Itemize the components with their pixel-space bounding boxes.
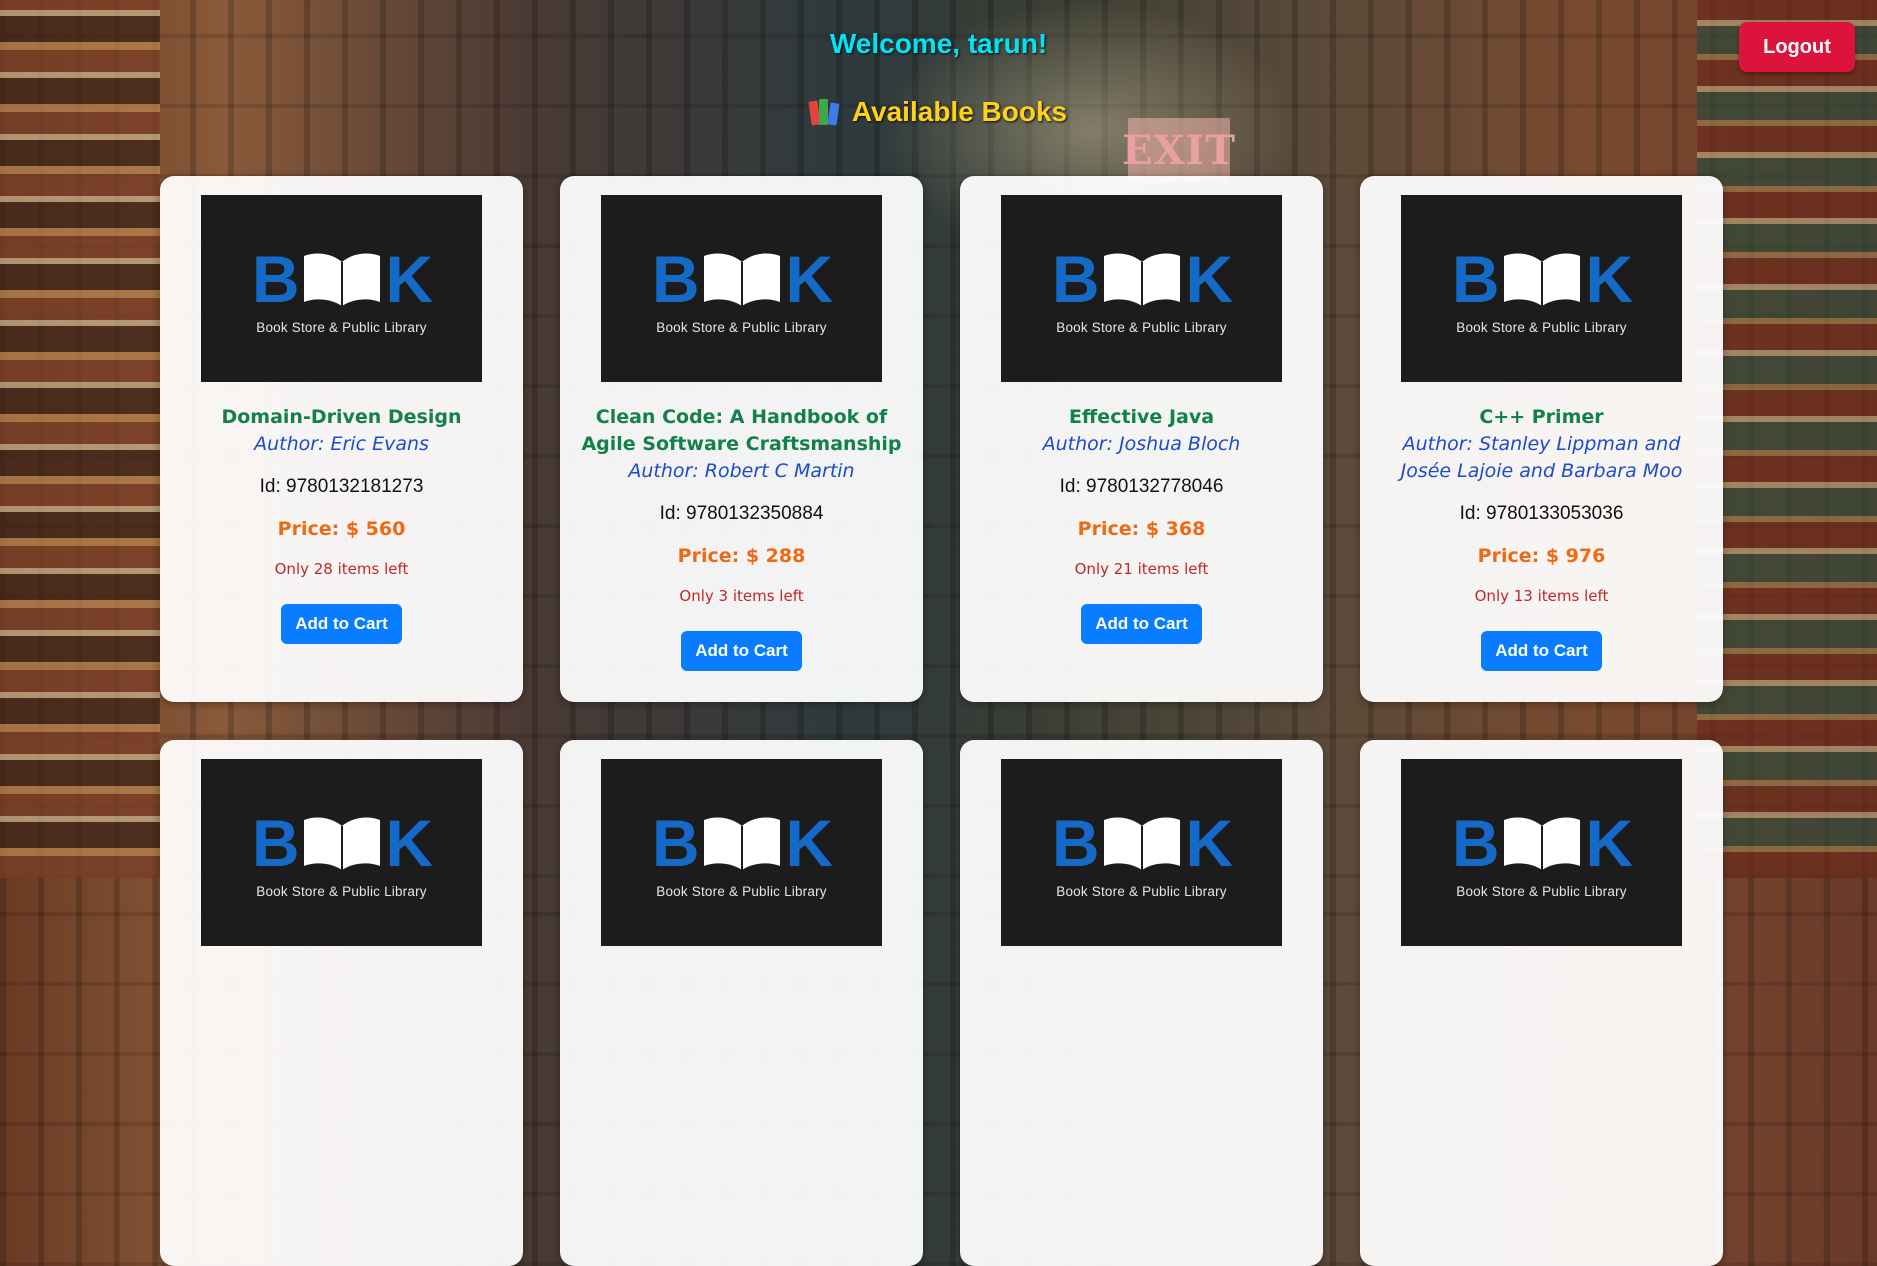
add-to-cart-button[interactable]: Add to Cart [1081, 604, 1202, 644]
book-price: Price: $ 288 [677, 545, 806, 567]
logo-letter-k: K [385, 806, 434, 880]
cover-tagline: Book Store & Public Library [656, 320, 827, 335]
book-cover-image: B K Book Store & Public Library [201, 195, 482, 382]
book-cover-image: B K Book Store & Public Library [1001, 759, 1282, 946]
logo-letter-b: B [251, 806, 300, 880]
book-title: C++ Primer [1479, 406, 1604, 428]
store-logo: B K [1451, 806, 1634, 880]
logo-letter-b: B [1451, 806, 1500, 880]
store-logo: B K [251, 242, 434, 316]
background-shelves-left [0, 0, 160, 878]
cover-tagline: Book Store & Public Library [1056, 320, 1227, 335]
cover-tagline: Book Store & Public Library [256, 320, 427, 335]
book-id: Id: 9780132181273 [259, 476, 424, 497]
logout-button[interactable]: Logout [1739, 22, 1855, 72]
add-to-cart-button[interactable]: Add to Cart [281, 604, 402, 644]
logo-letter-b: B [651, 242, 700, 316]
book-title: Effective Java [1068, 406, 1215, 428]
book-id: Id: 9780133053036 [1459, 503, 1624, 524]
book-title: Clean Code: A Handbook of Agile Software… [581, 406, 902, 455]
cover-tagline: Book Store & Public Library [256, 884, 427, 899]
open-book-icon [703, 253, 780, 306]
logo-letter-b: B [1051, 806, 1100, 880]
store-logo: B K [651, 242, 834, 316]
page-title: Available Books [0, 96, 1877, 128]
cover-tagline: Book Store & Public Library [1056, 884, 1227, 899]
stock-remaining: Only 13 items left [1474, 587, 1609, 605]
book-card: B K Book Store & Public Library C++ Prim… [1360, 176, 1723, 702]
stock-remaining: Only 21 items left [1074, 560, 1209, 578]
store-logo: B K [1451, 242, 1634, 316]
book-author: Author: Joshua Bloch [1042, 433, 1241, 455]
cover-tagline: Book Store & Public Library [656, 884, 827, 899]
logo-letter-k: K [785, 806, 834, 880]
store-logo: B K [1051, 242, 1234, 316]
book-card: B K Book Store & Public Library [1360, 740, 1723, 1266]
add-to-cart-button[interactable]: Add to Cart [681, 631, 802, 671]
open-book-icon [1103, 253, 1180, 306]
open-book-icon [703, 817, 780, 870]
logo-letter-b: B [1451, 242, 1500, 316]
page-title-text: Available Books [851, 96, 1068, 127]
logo-letter-b: B [1051, 242, 1100, 316]
store-logo: B K [251, 806, 434, 880]
book-author: Author: Eric Evans [254, 433, 429, 455]
books-icon [808, 97, 840, 126]
logo-letter-b: B [651, 806, 700, 880]
logo-letter-k: K [785, 242, 834, 316]
book-author: Author: Robert C Martin [628, 460, 855, 482]
store-logo: B K [651, 806, 834, 880]
book-card: B K Book Store & Public Library [960, 740, 1323, 1266]
book-id: Id: 9780132350884 [659, 503, 824, 524]
book-id: Id: 9780132778046 [1059, 476, 1224, 497]
open-book-icon [303, 817, 380, 870]
logo-letter-k: K [1185, 242, 1234, 316]
book-author: Author: Stanley Lippman and Josée Lajoie… [1400, 433, 1683, 482]
book-card: B K Book Store & Public Library Effectiv… [960, 176, 1323, 702]
book-price: Price: $ 368 [1077, 518, 1206, 540]
open-book-icon [1103, 817, 1180, 870]
cover-tagline: Book Store & Public Library [1456, 884, 1627, 899]
book-grid: B K Book Store & Public Library Domain-D… [160, 176, 1723, 1266]
book-card: B K Book Store & Public Library [160, 740, 523, 1266]
stock-remaining: Only 3 items left [679, 587, 804, 605]
book-card: B K Book Store & Public Library [560, 740, 923, 1266]
cover-tagline: Book Store & Public Library [1456, 320, 1627, 335]
welcome-message: Welcome, tarun! [829, 28, 1048, 59]
open-book-icon [1503, 253, 1580, 306]
book-cover-image: B K Book Store & Public Library [201, 759, 482, 946]
add-to-cart-button[interactable]: Add to Cart [1481, 631, 1602, 671]
logo-letter-b: B [251, 242, 300, 316]
book-card: B K Book Store & Public Library Clean Co… [560, 176, 923, 702]
logo-letter-k: K [1185, 806, 1234, 880]
logo-letter-k: K [1585, 806, 1634, 880]
open-book-icon [303, 253, 380, 306]
book-card: B K Book Store & Public Library Domain-D… [160, 176, 523, 702]
book-price: Price: $ 976 [1477, 545, 1606, 567]
logo-letter-k: K [385, 242, 434, 316]
book-cover-image: B K Book Store & Public Library [601, 195, 882, 382]
book-price: Price: $ 560 [277, 518, 406, 540]
open-book-icon [1503, 817, 1580, 870]
book-cover-image: B K Book Store & Public Library [1401, 195, 1682, 382]
book-title: Domain-Driven Design [221, 406, 462, 428]
book-cover-image: B K Book Store & Public Library [1401, 759, 1682, 946]
book-cover-image: B K Book Store & Public Library [601, 759, 882, 946]
background-shelves-right [1697, 0, 1877, 878]
book-cover-image: B K Book Store & Public Library [1001, 195, 1282, 382]
logo-letter-k: K [1585, 242, 1634, 316]
store-logo: B K [1051, 806, 1234, 880]
stock-remaining: Only 28 items left [274, 560, 409, 578]
